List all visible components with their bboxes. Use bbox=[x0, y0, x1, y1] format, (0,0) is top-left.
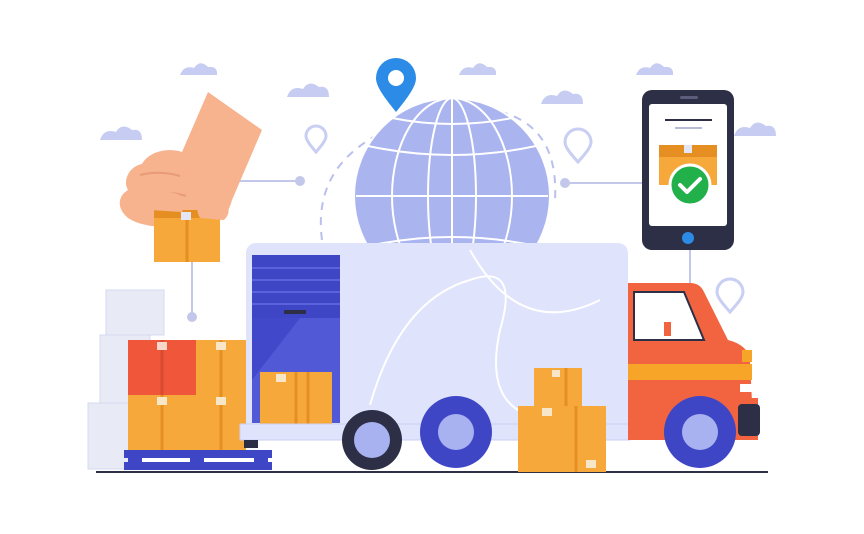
location-pin-icon bbox=[376, 58, 416, 112]
delivery-illustration bbox=[87, 58, 776, 473]
hand-icon bbox=[119, 92, 262, 227]
checkmark-icon bbox=[668, 163, 712, 207]
pallet-icon bbox=[124, 450, 272, 470]
box-stack-pallet bbox=[128, 340, 246, 450]
smartphone-icon bbox=[642, 90, 734, 250]
